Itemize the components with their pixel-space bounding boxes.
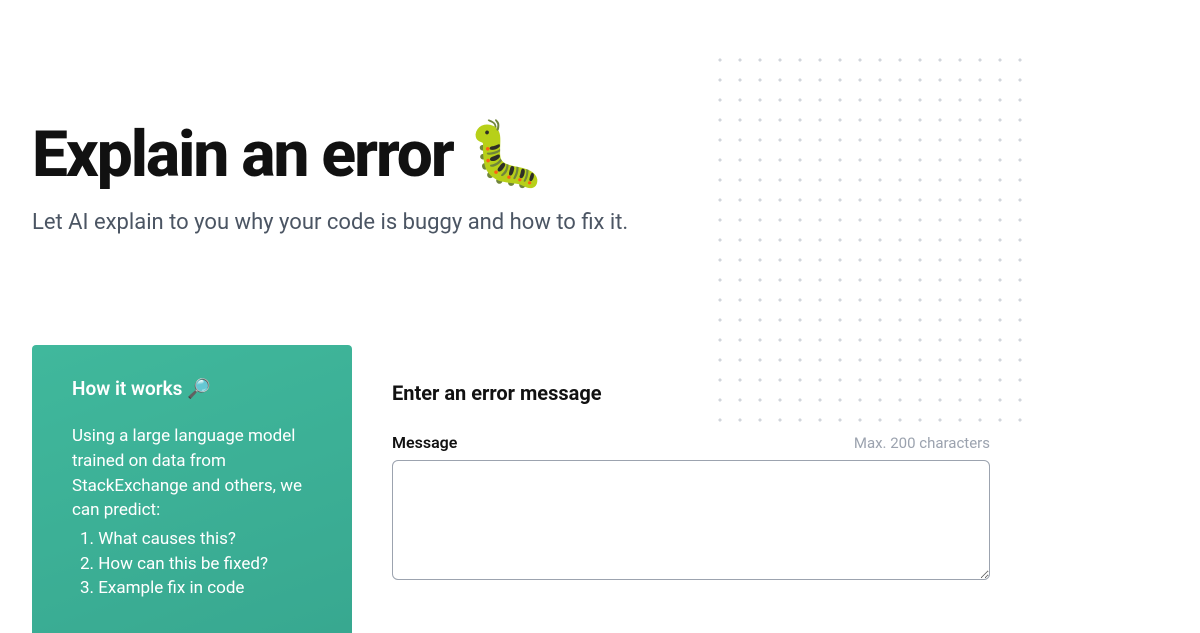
- error-form: Enter an error message Message Max. 200 …: [392, 345, 1200, 632]
- list-item: Example fix in code: [80, 576, 324, 601]
- max-chars-hint: Max. 200 characters: [854, 434, 990, 452]
- list-item: How can this be fixed?: [80, 552, 324, 577]
- how-it-works-intro: Using a large language model trained on …: [72, 424, 324, 523]
- message-label: Message: [392, 433, 457, 452]
- how-it-works-card: How it works 🔎 Using a large language mo…: [32, 345, 352, 632]
- list-item: What causes this?: [80, 527, 324, 552]
- message-input[interactable]: [392, 460, 990, 580]
- how-it-works-heading: How it works 🔎: [72, 377, 324, 400]
- form-title: Enter an error message: [392, 381, 990, 405]
- how-it-works-list: What causes this? How can this be fixed?…: [72, 527, 324, 601]
